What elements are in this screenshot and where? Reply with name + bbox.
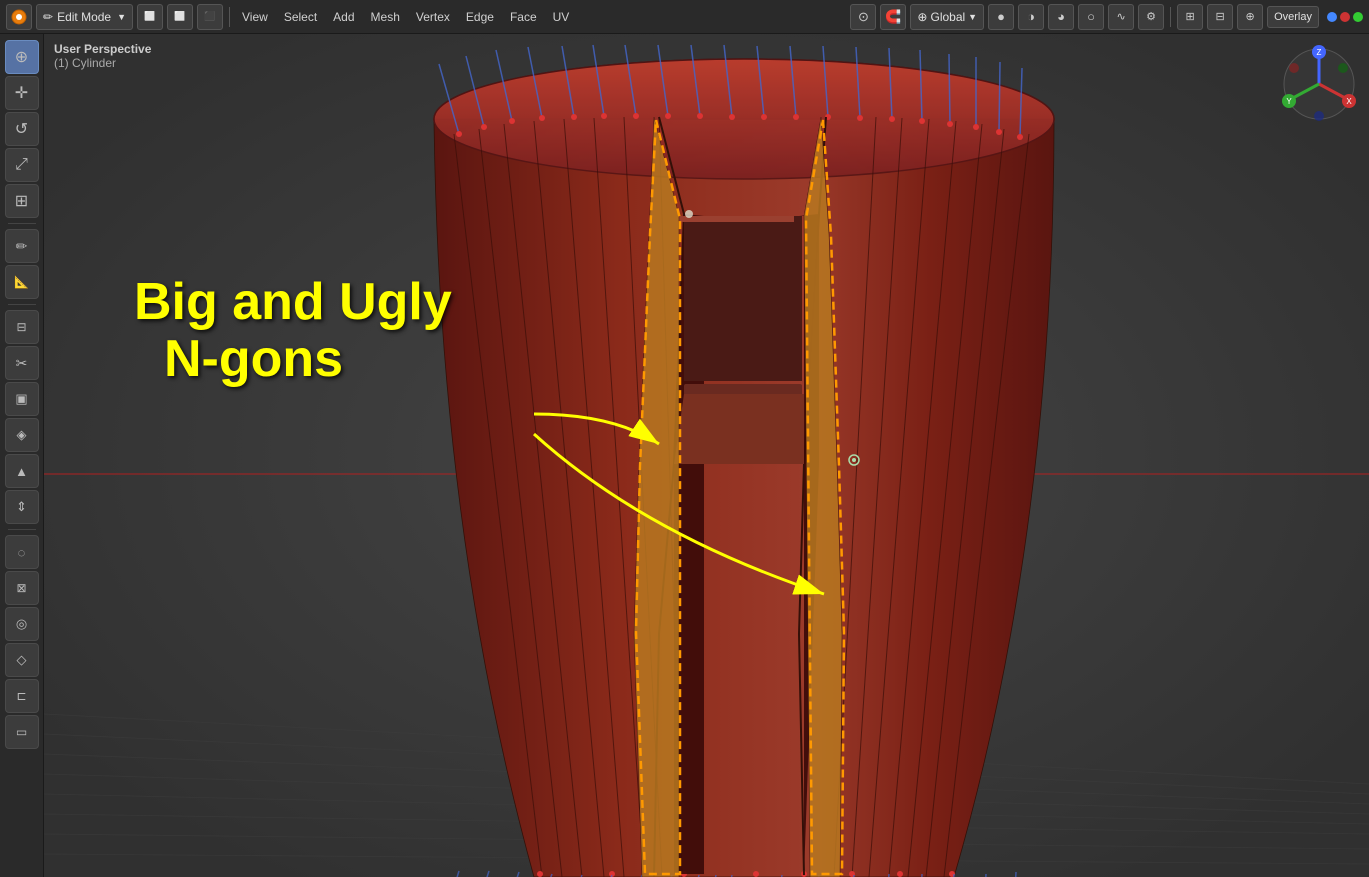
tool-cursor[interactable]: ⊕ (5, 40, 39, 74)
proportional-btn[interactable]: ⊙ (850, 4, 876, 30)
menu-uv[interactable]: UV (547, 8, 576, 26)
menu-mesh[interactable]: Mesh (365, 8, 406, 26)
transform-box2[interactable]: ⬜ (167, 4, 193, 30)
snap-btn[interactable]: 🧲 (880, 4, 906, 30)
sidebar-sep3 (8, 529, 36, 530)
orientation-chevron: ▼ (968, 12, 977, 22)
tool-transform[interactable]: ⊞ (5, 184, 39, 218)
dot-green (1353, 12, 1363, 22)
transform-orientation[interactable]: ⊕ Global ▼ (910, 4, 984, 30)
mode-dropdown[interactable]: ✏ Edit Mode ▼ (36, 4, 133, 30)
sidebar-sep2 (8, 304, 36, 305)
tool-knife[interactable]: ✂ (5, 346, 39, 380)
menu-vertex[interactable]: Vertex (410, 8, 456, 26)
mode-icon: ✏ (43, 10, 53, 24)
tool-move[interactable]: ✛ (5, 76, 39, 110)
viewport[interactable]: Big and Ugly N-gons User Perspective (1)… (44, 34, 1369, 877)
tool-shear[interactable]: ◇ (5, 643, 39, 677)
dot-red (1340, 12, 1350, 22)
dot-blue (1327, 12, 1337, 22)
header-icon2[interactable]: ⊟ (1207, 4, 1233, 30)
overlay-button[interactable]: Overlay (1267, 6, 1319, 28)
tool-extrude[interactable]: ▲ (5, 454, 39, 488)
tool-smooth[interactable]: ◌ (5, 535, 39, 569)
header-icon1[interactable]: ⊞ (1177, 4, 1203, 30)
menu-view[interactable]: View (236, 8, 274, 26)
mode-label: Edit Mode (57, 10, 111, 24)
menu-add[interactable]: Add (327, 8, 360, 26)
shading-solid[interactable]: ● (988, 4, 1014, 30)
shading-wireframe[interactable]: ○ (1078, 4, 1104, 30)
tool-rip[interactable]: ⊏ (5, 679, 39, 713)
shading-material[interactable]: ◑ (1018, 4, 1044, 30)
menu-edge[interactable]: Edge (460, 8, 500, 26)
transform-box1[interactable]: ⬜ (137, 4, 163, 30)
orientation-label: Global (930, 10, 965, 24)
tool-bevel[interactable]: ◈ (5, 418, 39, 452)
tool-edge-slide[interactable]: ⊠ (5, 571, 39, 605)
mode-chevron: ▼ (117, 12, 126, 22)
tool-push-pull[interactable]: ⇕ (5, 490, 39, 524)
scene-canvas (44, 34, 1369, 877)
sep2 (1170, 7, 1171, 27)
tool-poly-build[interactable]: ▭ (5, 715, 39, 749)
tool-annotate[interactable]: ✏ (5, 229, 39, 263)
tool-measure[interactable]: 📐 (5, 265, 39, 299)
blender-logo[interactable] (6, 4, 32, 30)
tool-inset[interactable]: ▣ (5, 382, 39, 416)
toolbar-right: ⊙ 🧲 ⊕ Global ▼ ● ◑ ◕ ○ ∿ ⚙ ⊞ ⊟ ⊕ Overlay (850, 4, 1363, 30)
tool-scale[interactable]: ⤢ (5, 148, 39, 182)
sep1 (229, 7, 230, 27)
curve-btn[interactable]: ∿ (1108, 4, 1134, 30)
header-icon3[interactable]: ⊕ (1237, 4, 1263, 30)
transform-box3[interactable]: ⬛ (197, 4, 223, 30)
sidebar-sep1 (8, 223, 36, 224)
tool-loop-cut[interactable]: ⊟ (5, 310, 39, 344)
menu-select[interactable]: Select (278, 8, 323, 26)
shading-rendered[interactable]: ◕ (1048, 4, 1074, 30)
top-toolbar: ✏ Edit Mode ▼ ⬜ ⬜ ⬛ View Select Add Mesh… (0, 0, 1369, 34)
orientation-icon: ⊕ (917, 10, 927, 24)
tool-rotate[interactable]: ↺ (5, 112, 39, 146)
tool-shrink[interactable]: ◎ (5, 607, 39, 641)
menu-face[interactable]: Face (504, 8, 543, 26)
left-sidebar: ⊕ ✛ ↺ ⤢ ⊞ ✏ 📐 ⊟ ✂ ▣ ◈ ▲ ⇕ ◌ ⊠ ◎ ◇ ⊏ ▭ (0, 34, 44, 877)
extra-btn[interactable]: ⚙ (1138, 4, 1164, 30)
